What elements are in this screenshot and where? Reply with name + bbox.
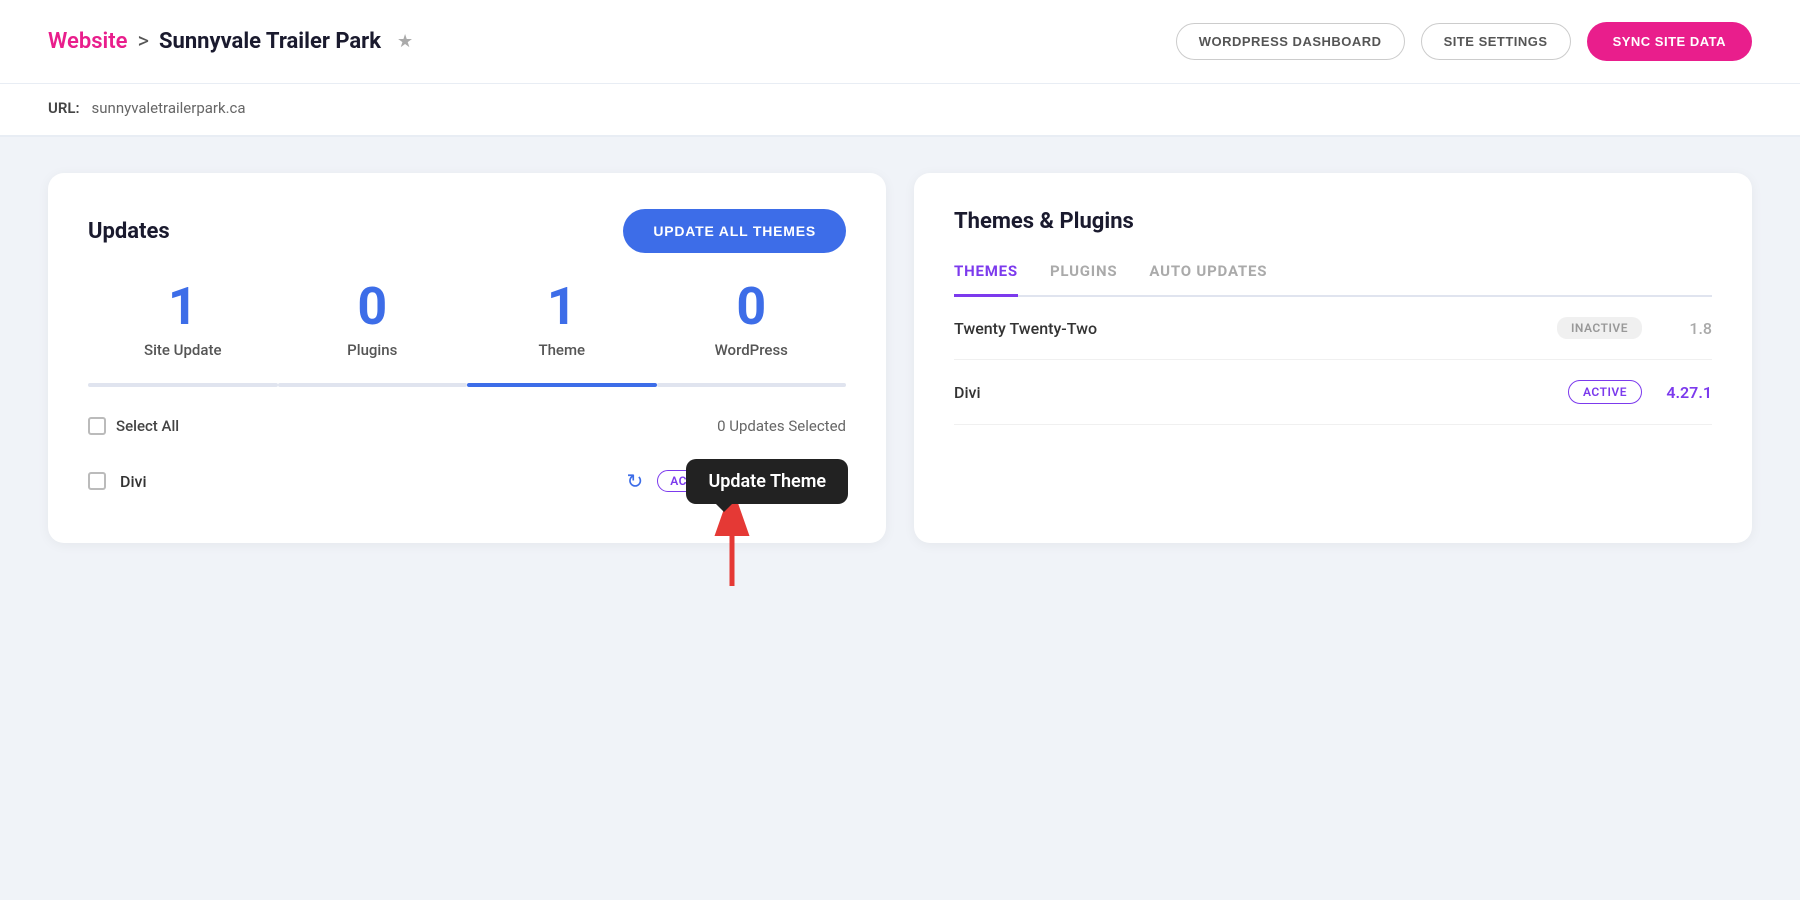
tab-plugins[interactable]: PLUGINS (1050, 262, 1117, 297)
stat-site-update: 1 Site Update (88, 281, 278, 359)
tab-themes[interactable]: THEMES (954, 262, 1018, 297)
theme-row-twenty-twenty-two: Twenty Twenty-Two INACTIVE 1.8 (954, 297, 1712, 360)
themes-card-title: Themes & Plugins (954, 209, 1134, 234)
header-actions: WORDPRESS DASHBOARD SITE SETTINGS SYNC S… (1176, 22, 1752, 61)
plugin-row-divi: Divi ↻ Update Theme (88, 455, 846, 507)
stat-theme: 1 Theme (467, 281, 657, 359)
themes-tabs: THEMES PLUGINS AUTO UPDATES (954, 262, 1712, 297)
site-settings-button[interactable]: SITE SETTINGS (1421, 23, 1571, 60)
stat-theme-number: 1 (467, 281, 657, 333)
tab-indicators (88, 383, 846, 387)
stat-plugins-label: Plugins (278, 341, 468, 359)
url-bar: URL: sunnyvaletrailerpark.ca (0, 84, 1800, 137)
sync-site-data-button[interactable]: SYNC SITE DATA (1587, 22, 1752, 61)
stat-theme-label: Theme (467, 341, 657, 359)
tab-indicator-site-update (88, 383, 278, 387)
main-content: Updates UPDATE ALL THEMES 1 Site Update … (0, 137, 1800, 579)
refresh-icon[interactable]: ↻ (626, 469, 643, 493)
theme-twenty-twenty-two-name: Twenty Twenty-Two (954, 319, 1557, 338)
updates-selected-count: 0 Updates Selected (717, 417, 846, 435)
theme-twenty-twenty-two-version: 1.8 (1662, 319, 1712, 338)
favorite-icon[interactable]: ★ (397, 31, 413, 52)
table-header: Select All 0 Updates Selected (88, 407, 846, 445)
divi-name: Divi (120, 472, 612, 491)
url-label: URL: (48, 99, 80, 117)
select-all-label-text: Select All (116, 417, 179, 435)
themes-plugins-card: Themes & Plugins THEMES PLUGINS AUTO UPD… (914, 173, 1752, 543)
breadcrumb-website[interactable]: Website (48, 29, 127, 54)
tab-indicator-theme (467, 383, 657, 387)
updates-title: Updates (88, 219, 170, 244)
update-theme-tooltip: Update Theme (686, 459, 848, 504)
stat-wordpress: 0 WordPress (657, 281, 847, 359)
updates-card: Updates UPDATE ALL THEMES 1 Site Update … (48, 173, 886, 543)
divi-checkbox[interactable] (88, 472, 106, 490)
theme-inactive-badge: INACTIVE (1557, 317, 1642, 339)
tab-indicator-wordpress (657, 383, 847, 387)
stats-row: 1 Site Update 0 Plugins 1 Theme 0 WordPr… (88, 281, 846, 359)
breadcrumb: Website > Sunnyvale Trailer Park ★ (48, 29, 413, 54)
themes-card-header: Themes & Plugins (954, 209, 1712, 234)
tooltip-text: Update Theme (708, 471, 826, 492)
theme-row-divi: Divi ACTIVE 4.27.1 (954, 360, 1712, 425)
theme-divi-version: 4.27.1 (1662, 383, 1712, 402)
tab-auto-updates[interactable]: AUTO UPDATES (1149, 262, 1267, 297)
select-all-row: Select All (88, 417, 179, 435)
select-all-checkbox[interactable] (88, 417, 106, 435)
stat-site-update-number: 1 (88, 281, 278, 333)
tab-indicator-plugins (278, 383, 468, 387)
breadcrumb-separator: > (137, 29, 149, 54)
stat-site-update-label: Site Update (88, 341, 278, 359)
red-arrow (708, 501, 756, 595)
stat-plugins: 0 Plugins (278, 281, 468, 359)
stat-wordpress-label: WordPress (657, 341, 847, 359)
url-value: sunnyvaletrailerpark.ca (92, 99, 246, 117)
breadcrumb-site-name: Sunnyvale Trailer Park (159, 29, 381, 54)
stat-plugins-number: 0 (278, 281, 468, 333)
header: Website > Sunnyvale Trailer Park ★ WORDP… (0, 0, 1800, 84)
updates-card-header: Updates UPDATE ALL THEMES (88, 209, 846, 253)
theme-active-badge: ACTIVE (1568, 380, 1642, 404)
stat-wordpress-number: 0 (657, 281, 847, 333)
wordpress-dashboard-button[interactable]: WORDPRESS DASHBOARD (1176, 23, 1405, 60)
update-all-themes-button[interactable]: UPDATE ALL THEMES (623, 209, 846, 253)
theme-divi-name: Divi (954, 383, 1568, 402)
refresh-wrapper: ↻ Update Theme (626, 469, 643, 493)
